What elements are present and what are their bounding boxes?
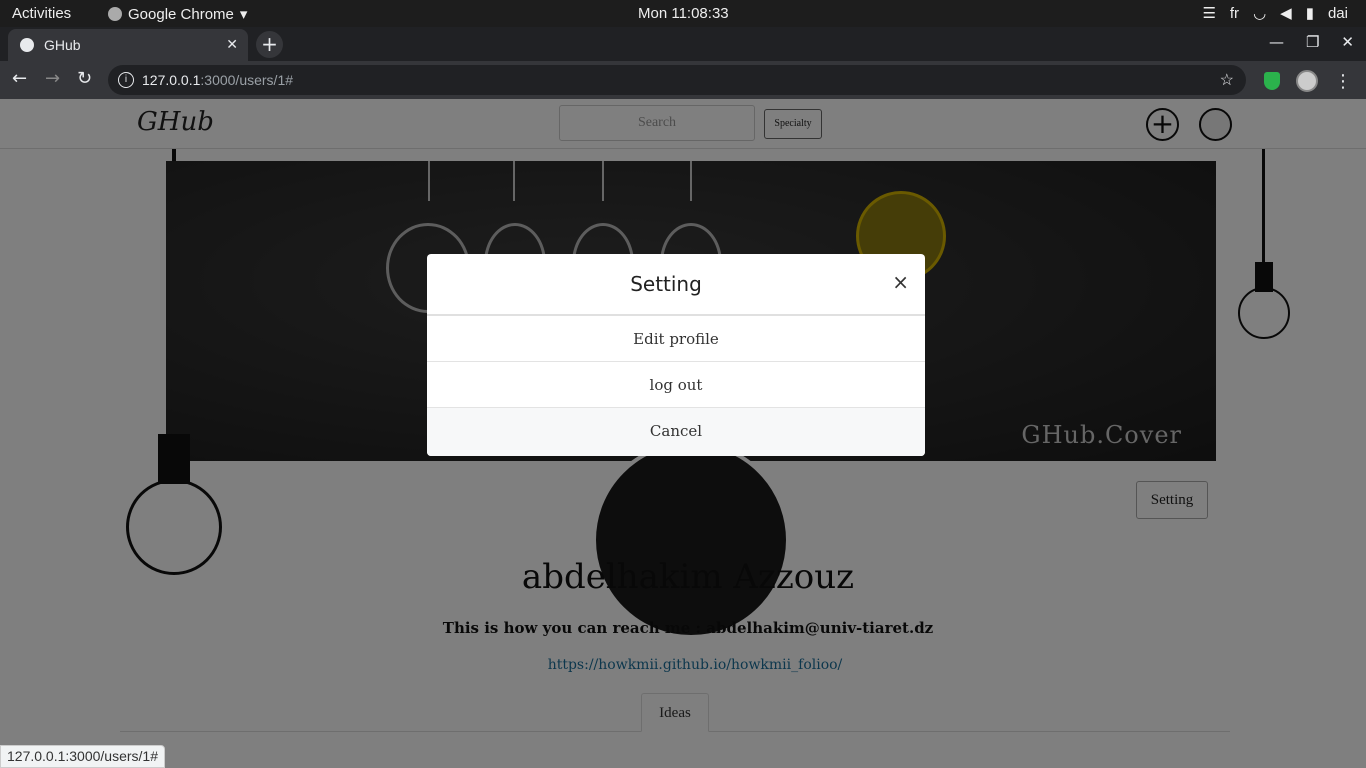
close-window-icon[interactable]: ✕ (1341, 33, 1354, 51)
toolbar-extensions: ⋮ (1264, 70, 1352, 92)
clock[interactable]: Mon 11:08:33 (638, 5, 729, 22)
globe-icon (20, 38, 34, 52)
language-indicator[interactable]: fr (1230, 5, 1239, 22)
menu-icon[interactable]: ☰ (1202, 4, 1215, 22)
activities-button[interactable]: Activities (12, 5, 71, 22)
restore-icon[interactable]: ❐ (1306, 33, 1319, 51)
volume-icon: ◀ (1280, 5, 1292, 22)
app-menu[interactable]: Google Chrome ▾ (108, 5, 247, 23)
edit-profile-button[interactable]: Edit profile (427, 316, 925, 362)
system-tray[interactable]: ☰ fr ◡ ◀ ▮ dai (1202, 4, 1348, 23)
chevron-down-icon: ▾ (239, 6, 248, 23)
os-top-bar: Activities Google Chrome ▾ Mon 11:08:33 … (0, 0, 1366, 27)
window-controls: — ❐ ✕ (1269, 33, 1354, 51)
user-name[interactable]: dai (1328, 5, 1348, 22)
wifi-icon: ◡ (1253, 5, 1267, 22)
app-name: Google Chrome (128, 5, 234, 23)
page-viewport: GHub Search Specialty + GHub.Cover Setti… (0, 99, 1366, 768)
close-tab-icon[interactable]: ✕ (226, 36, 238, 53)
more-menu-icon[interactable]: ⋮ (1334, 71, 1352, 92)
new-tab-button[interactable]: + (256, 31, 283, 58)
status-bar-url: 127.0.0.1:3000/users/1# (0, 745, 166, 768)
browser-toolbar: ← → ↻ i 127.0.0.1:3000/users/1# ☆ ⋮ (0, 61, 1366, 99)
forward-icon[interactable]: → (45, 68, 60, 89)
modal-title: Setting (630, 272, 702, 296)
modal-header: Setting × (427, 254, 925, 316)
url-text[interactable]: 127.0.0.1:3000/users/1# (142, 72, 293, 88)
info-icon[interactable]: i (118, 72, 134, 88)
cancel-button[interactable]: Cancel (427, 408, 925, 456)
tab-strip: GHub ✕ + — ❐ ✕ (0, 27, 1366, 61)
tab-ghub[interactable]: GHub ✕ (8, 29, 248, 61)
tab-title: GHub (44, 37, 81, 53)
setting-modal: Setting × Edit profile log out Cancel (427, 254, 925, 456)
logout-button[interactable]: log out (427, 362, 925, 408)
address-bar[interactable]: i 127.0.0.1:3000/users/1# ☆ (108, 65, 1246, 95)
reload-icon[interactable]: ↻ (77, 68, 92, 89)
battery-icon: ▮ (1305, 5, 1314, 22)
profile-avatar-icon[interactable] (1296, 70, 1318, 92)
back-icon[interactable]: ← (12, 68, 27, 89)
shield-extension-icon[interactable] (1264, 72, 1280, 90)
chrome-icon (108, 7, 122, 21)
bookmark-star-icon[interactable]: ☆ (1220, 70, 1234, 90)
close-icon[interactable]: × (892, 270, 909, 294)
minimize-icon[interactable]: — (1269, 33, 1284, 51)
